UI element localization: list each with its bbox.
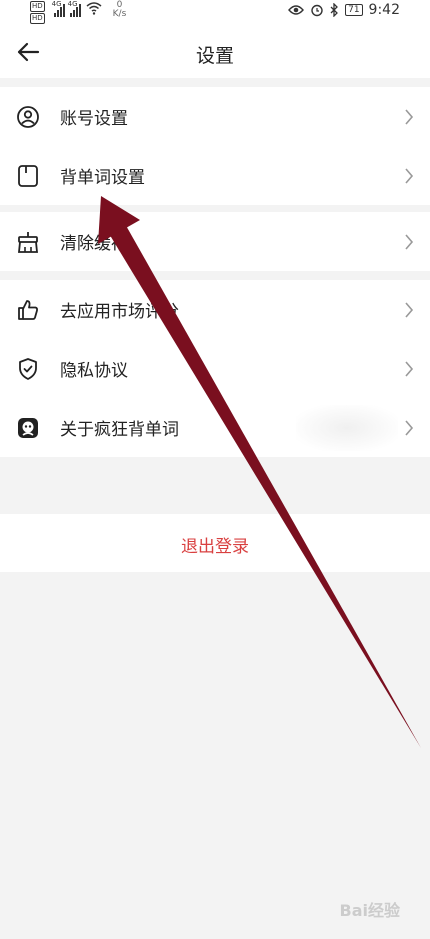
chevron-right-icon bbox=[405, 234, 414, 250]
settings-group-account: 账号设置 背单词设置 bbox=[0, 87, 430, 205]
bluetooth-icon bbox=[330, 3, 339, 17]
status-bar: HD HD 4G 4G 0 K/s 71 9:42 bbox=[0, 0, 430, 24]
settings-item-label: 去应用市场评分 bbox=[60, 302, 179, 322]
app-logo-icon bbox=[18, 418, 38, 438]
network-speed: 0 K/s bbox=[113, 1, 127, 19]
signal-icon: 4G bbox=[51, 0, 65, 17]
logout-button[interactable]: 退出登录 bbox=[0, 514, 430, 572]
wifi-icon bbox=[86, 2, 102, 15]
hd-badge: HD bbox=[30, 1, 45, 12]
alarm-icon bbox=[311, 4, 323, 17]
settings-group-cache: 清除缓存 bbox=[0, 212, 430, 271]
signal-icon: 4G bbox=[67, 0, 81, 17]
settings-item-clear-cache[interactable]: 清除缓存 bbox=[0, 212, 430, 271]
status-bar-left: HD HD 4G 4G 0 K/s bbox=[30, 0, 127, 24]
blurred-version-area bbox=[296, 405, 398, 451]
app-header: 设置 bbox=[0, 24, 430, 78]
settings-item-label: 关于疯狂背单词 bbox=[60, 420, 179, 440]
hd-indicators: HD HD bbox=[30, 1, 45, 24]
eye-icon bbox=[288, 5, 305, 15]
settings-item-privacy[interactable]: 隐私协议 bbox=[0, 339, 430, 398]
watermark: Bai经验 bbox=[339, 901, 400, 920]
settings-item-label: 账号设置 bbox=[60, 109, 128, 129]
bookmark-icon bbox=[18, 165, 38, 187]
network-type-label: 4G bbox=[51, 0, 62, 8]
hd-badge: HD bbox=[30, 13, 45, 24]
logout-label: 退出登录 bbox=[181, 537, 249, 557]
chevron-right-icon bbox=[405, 109, 414, 125]
shield-icon bbox=[19, 358, 37, 380]
user-icon bbox=[17, 106, 39, 128]
chevron-right-icon bbox=[405, 302, 414, 318]
thumbs-up-icon bbox=[18, 300, 38, 320]
chevron-right-icon bbox=[405, 420, 414, 436]
chevron-right-icon bbox=[405, 361, 414, 377]
broom-icon bbox=[18, 232, 38, 253]
page-title: 设置 bbox=[195, 45, 234, 67]
settings-item-rate-app[interactable]: 去应用市场评分 bbox=[0, 280, 430, 339]
settings-screen: HD HD 4G 4G 0 K/s 71 9:42 设置 账号设置 背单词设置 … bbox=[0, 0, 430, 939]
status-bar-right: 71 9:42 bbox=[288, 2, 400, 18]
settings-item-account[interactable]: 账号设置 bbox=[0, 87, 430, 146]
status-time: 9:42 bbox=[368, 2, 400, 18]
settings-item-label: 背单词设置 bbox=[60, 168, 145, 188]
settings-item-label: 清除缓存 bbox=[60, 234, 128, 254]
battery-icon: 71 bbox=[345, 4, 363, 16]
network-type-label: 4G bbox=[67, 0, 78, 8]
settings-item-label: 隐私协议 bbox=[60, 361, 128, 381]
settings-item-word-study[interactable]: 背单词设置 bbox=[0, 146, 430, 205]
chevron-right-icon bbox=[405, 168, 414, 184]
network-speed-unit: K/s bbox=[112, 9, 127, 19]
